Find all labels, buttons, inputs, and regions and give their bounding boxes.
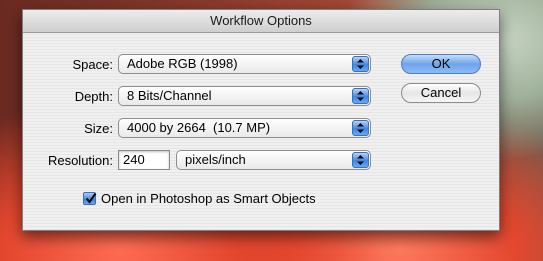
space-value: Adobe RGB (1998) [127,56,238,71]
popup-arrows-icon [352,152,369,168]
size-label: Size: [84,121,113,136]
dialog-title: Workflow Options [23,10,499,33]
cancel-button[interactable]: Cancel [401,83,481,103]
resolution-label: Resolution: [47,153,113,168]
resolution-unit-popup[interactable]: pixels/inch [176,150,371,170]
resolution-unit-value: pixels/inch [185,152,246,167]
ok-button[interactable]: OK [401,54,481,74]
popup-arrows-icon [352,120,369,136]
popup-arrows-icon [352,56,369,72]
depth-label: Depth: [74,89,113,104]
depth-value: 8 Bits/Channel [127,88,212,103]
size-value: 4000 by 2664 (10.7 MP) [127,120,271,135]
checkmark-icon [85,192,97,204]
space-popup[interactable]: Adobe RGB (1998) [118,54,371,74]
depth-popup[interactable]: 8 Bits/Channel [118,86,371,106]
space-label: Space: [72,57,113,72]
resolution-input[interactable]: 240 [118,150,170,170]
popup-arrows-icon [352,88,369,104]
workflow-options-dialog: Workflow Options Space: Adobe RGB (1998)… [22,9,500,231]
size-popup[interactable]: 4000 by 2664 (10.7 MP) [118,118,371,138]
smart-objects-checkbox[interactable] [83,192,97,205]
smart-objects-label[interactable]: Open in Photoshop as Smart Objects [101,191,316,206]
